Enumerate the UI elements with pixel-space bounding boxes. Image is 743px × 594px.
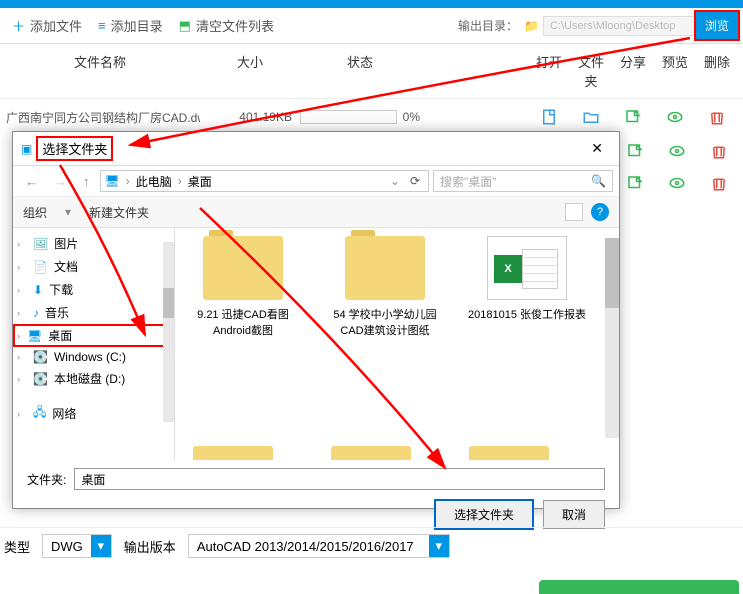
open-folder-icon[interactable] <box>581 107 601 127</box>
folder-icon: 📁 <box>524 19 539 33</box>
type-value: DWG <box>43 539 91 554</box>
add-file-button[interactable]: ＋ 添加文件 <box>4 12 90 39</box>
folder-item-label: 54 学校中小学幼儿园CAD建筑设计图纸 <box>325 306 445 338</box>
folder-item-label: 9.21 迅捷CAD看图Android截图 <box>183 306 303 338</box>
tree-network[interactable]: ›🖧网络 <box>13 400 174 427</box>
cancel-button[interactable]: 取消 <box>543 500 605 529</box>
file-list-header: 文件名称 大小 状态 打开 文件夹 分享 预览 删除 <box>0 44 743 99</box>
folder-tree: ›🖼图片 ›📄文档 ›⬇下载 ›♪音乐 ›🖥桌面 ›💽Windows (C:) … <box>13 228 175 460</box>
chevron-down-icon: ▾ <box>91 535 111 557</box>
list-icon: ≡ <box>98 18 106 33</box>
clear-icon: ⬒ <box>179 18 191 34</box>
refresh-icon[interactable]: ⟳ <box>406 174 424 188</box>
pane-scroll-thumb[interactable] <box>605 238 619 308</box>
plus-icon: ＋ <box>12 16 25 35</box>
output-path-field[interactable]: C:\Users\Mloong\Desktop <box>543 16 695 36</box>
app-icon: ▣ <box>21 142 32 156</box>
folder-item[interactable]: 9.21 迅捷CAD看图Android截图 <box>183 236 303 338</box>
version-value: AutoCAD 2013/2014/2015/2016/2017 <box>189 539 429 554</box>
nav-up-icon[interactable]: ↑ <box>77 172 96 191</box>
folder-icon <box>345 236 425 300</box>
add-file-label: 添加文件 <box>30 16 82 35</box>
folder-picker-dialog: ▣ 选择文件夹 ✕ ← → ↑ 🖥 › 此电脑 › 桌面 ⌄ ⟳ 搜索"桌面" … <box>12 131 620 509</box>
col-open: 打开 <box>535 52 563 90</box>
file-size: 401.19KB <box>200 110 300 124</box>
col-state: 状态 <box>300 52 420 90</box>
tree-downloads[interactable]: ›⬇下载 <box>13 278 174 301</box>
delete-icon[interactable] <box>709 141 729 161</box>
folder-item-label: 20181015 张俊工作报表 <box>467 306 587 322</box>
file-progress: 0% <box>300 110 420 124</box>
folder-icon[interactable] <box>331 446 411 460</box>
tree-docs[interactable]: ›📄文档 <box>13 255 174 278</box>
tree-scrollbar[interactable] <box>163 242 174 422</box>
folder-input-label: 文件夹: <box>27 471 66 488</box>
open-file-icon[interactable] <box>539 107 559 127</box>
main-toolbar: ＋ 添加文件 ≡ 添加目录 ⬒ 清空文件列表 输出目录： 📁 C:\Users\… <box>0 8 743 44</box>
breadcrumb-current[interactable]: 桌面 <box>188 173 212 190</box>
preview-icon[interactable] <box>667 173 687 193</box>
folder-content-pane: 9.21 迅捷CAD看图Android截图 54 学校中小学幼儿园CAD建筑设计… <box>175 228 619 460</box>
chevron-down-icon[interactable]: ⌄ <box>390 174 400 188</box>
view-mode-icon[interactable] <box>565 203 583 221</box>
browse-button[interactable]: 浏览 <box>695 11 739 40</box>
search-placeholder: 搜索"桌面" <box>440 173 497 190</box>
type-label: 类型 <box>4 537 30 556</box>
col-folder: 文件夹 <box>577 52 605 90</box>
tree-pictures[interactable]: ›🖼图片 <box>13 232 174 255</box>
monitor-icon: 🖥 <box>105 174 120 188</box>
add-dir-button[interactable]: ≡ 添加目录 <box>90 12 171 39</box>
tree-music[interactable]: ›♪音乐 <box>13 301 174 324</box>
select-folder-button[interactable]: 选择文件夹 <box>435 500 533 529</box>
address-bar[interactable]: 🖥 › 此电脑 › 桌面 ⌄ ⟳ <box>100 170 430 192</box>
clear-list-label: 清空文件列表 <box>196 16 274 35</box>
folder-icon[interactable] <box>469 446 549 460</box>
bottom-bar: 类型 DWG ▾ 输出版本 AutoCAD 2013/2014/2015/201… <box>0 527 743 564</box>
folder-item[interactable]: X 20181015 张俊工作报表 <box>467 236 587 322</box>
col-preview: 预览 <box>661 52 689 90</box>
folder-icon[interactable] <box>193 446 273 460</box>
version-label: 输出版本 <box>124 537 176 556</box>
preview-icon[interactable] <box>665 107 685 127</box>
share-icon[interactable] <box>625 173 645 193</box>
tree-windows-c[interactable]: ›💽Windows (C:) <box>13 347 174 367</box>
col-size: 大小 <box>200 52 300 90</box>
nav-forward-icon[interactable]: → <box>48 172 73 191</box>
folder-item[interactable]: 54 学校中小学幼儿园CAD建筑设计图纸 <box>325 236 445 338</box>
chevron-down-icon: ▾ <box>429 535 449 557</box>
tree-local-d[interactable]: ›💽本地磁盘 (D:) <box>13 367 174 390</box>
progress-text: 0% <box>403 110 420 124</box>
output-dir-label: 输出目录： <box>458 17 518 34</box>
convert-button[interactable] <box>539 580 739 594</box>
tree-desktop[interactable]: ›🖥桌面 <box>13 324 174 347</box>
file-name: 广西南宁同方公司钢结构厂房CAD.dwg <box>0 109 200 126</box>
tree-scroll-thumb[interactable] <box>163 288 174 318</box>
new-folder-button[interactable]: 新建文件夹 <box>89 204 149 221</box>
type-select[interactable]: DWG ▾ <box>42 534 112 558</box>
nav-back-icon[interactable]: ← <box>19 172 44 191</box>
file-row[interactable]: 广西南宁同方公司钢结构厂房CAD.dwg 401.19KB 0% <box>0 99 743 135</box>
folder-icon <box>203 236 283 300</box>
col-share: 分享 <box>619 52 647 90</box>
clear-list-button[interactable]: ⬒ 清空文件列表 <box>171 12 282 39</box>
search-input[interactable]: 搜索"桌面" 🔍 <box>433 170 613 192</box>
preview-icon[interactable] <box>667 141 687 161</box>
dialog-title: 选择文件夹 <box>38 138 111 159</box>
search-icon: 🔍 <box>591 174 606 188</box>
share-icon[interactable] <box>623 107 643 127</box>
version-select[interactable]: AutoCAD 2013/2014/2015/2016/2017 ▾ <box>188 534 450 558</box>
folder-name-input[interactable] <box>74 468 605 490</box>
delete-icon[interactable] <box>707 107 727 127</box>
col-delete: 删除 <box>703 52 731 90</box>
breadcrumb-root[interactable]: 此电脑 <box>136 173 172 190</box>
excel-icon: X <box>487 236 567 300</box>
help-icon[interactable]: ? <box>591 203 609 221</box>
share-icon[interactable] <box>625 141 645 161</box>
delete-icon[interactable] <box>709 173 729 193</box>
close-icon[interactable]: ✕ <box>583 138 611 159</box>
col-name: 文件名称 <box>0 52 200 90</box>
add-dir-label: 添加目录 <box>111 16 163 35</box>
organize-menu[interactable]: 组织 <box>23 204 47 221</box>
